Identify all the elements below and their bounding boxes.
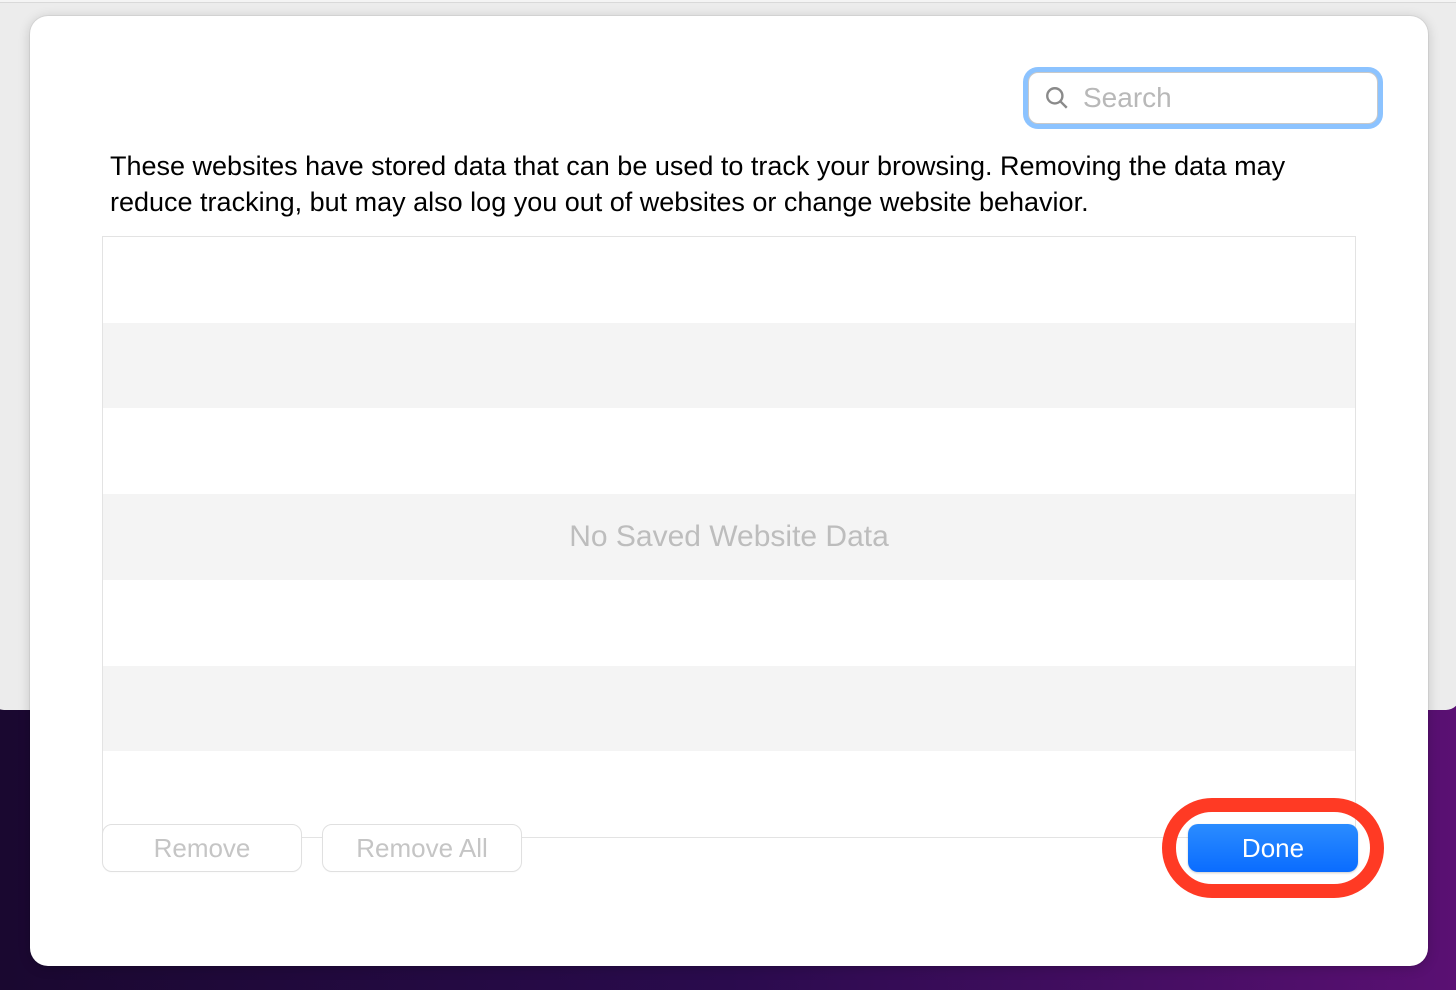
remove-all-button[interactable]: Remove All (322, 824, 522, 872)
search-field-container (1028, 72, 1378, 124)
list-row (103, 408, 1355, 494)
list-row (103, 237, 1355, 323)
empty-state-text: No Saved Website Data (103, 520, 1355, 554)
list-row (103, 666, 1355, 752)
description-text: These websites have stored data that can… (110, 148, 1348, 221)
search-input[interactable] (1028, 72, 1378, 124)
list-row (103, 323, 1355, 409)
website-data-list[interactable]: No Saved Website Data (102, 236, 1356, 838)
website-data-sheet: These websites have stored data that can… (30, 16, 1428, 966)
parent-toolbar-hint (0, 0, 1456, 3)
done-button[interactable]: Done (1188, 824, 1358, 872)
list-row (103, 580, 1355, 666)
remove-button[interactable]: Remove (102, 824, 302, 872)
